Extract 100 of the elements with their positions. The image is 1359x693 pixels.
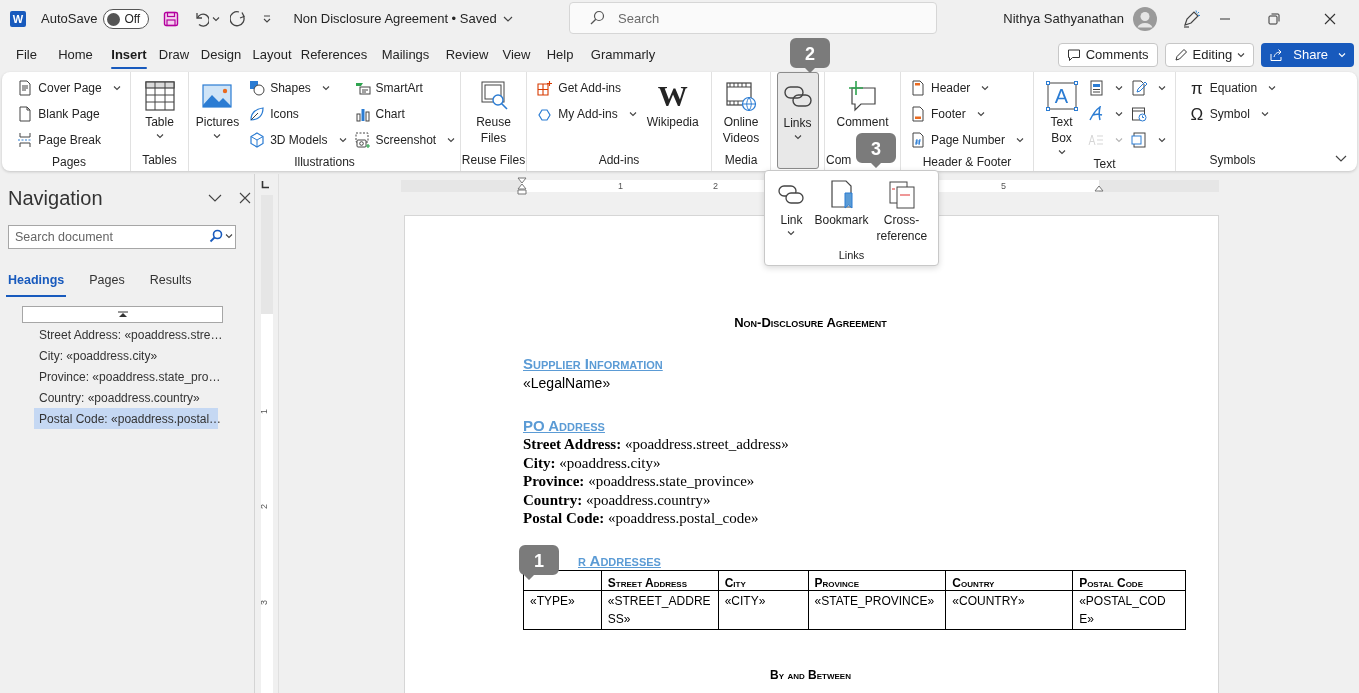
caret-icon [1157,85,1166,91]
caret-icon [1114,111,1123,117]
search-icon [589,10,605,26]
pane-tab[interactable]: Headings [8,266,65,294]
ribbon-button[interactable]: Pictures [191,75,244,139]
add-in-grid-icon [537,80,554,96]
customize-toolbar-icon[interactable] [262,14,273,24]
share-button[interactable]: Share [1261,43,1354,67]
ribbon-button[interactable]: π Equation [1186,75,1279,101]
menu-tab[interactable]: Draw [154,38,194,72]
indent-marker-icon[interactable] [517,177,527,195]
object-icon [1130,132,1147,148]
search-field[interactable]: Search document [8,225,236,249]
ruler-number: 3 [260,600,269,605]
menu-tab[interactable]: View [495,38,538,72]
menu-item[interactable]: Cross-reference [874,176,929,247]
ribbon-button[interactable]: Comment [832,75,893,130]
caret-icon [1268,85,1277,91]
table-cell: «POSTAL_CODE» [1072,590,1186,630]
save-icon[interactable] [163,11,180,27]
heading-item[interactable]: City: «poaddress.city» [34,345,218,366]
chevron-down-icon [502,15,513,23]
ribbon-button[interactable]: Blank Page [15,101,123,127]
menu-tab[interactable]: Insert [104,38,154,72]
ribbon-button[interactable]: Footer [907,101,1026,127]
column-header: Postal Code [1072,570,1186,591]
drop-cap-icon [1087,132,1104,148]
ribbon-button[interactable]: Shapes [247,75,349,101]
pane-tab[interactable]: Results [149,266,192,294]
caret-icon [976,111,985,117]
indent-marker-icon[interactable] [1094,185,1104,192]
ribbon-button[interactable]: Cover Page [15,75,123,101]
bar-chart-icon [354,106,371,122]
ribbon-button[interactable]: W Wikipedia [642,75,703,130]
heading-item[interactable]: Country: «poaddress.country» [34,387,218,408]
pen-icon[interactable] [1181,9,1201,29]
group-label: Reuse Files [461,153,526,167]
menu-item[interactable]: Bookmark [812,176,871,247]
ribbon-button[interactable]: Screenshot [352,127,458,153]
search-field[interactable]: Search [569,2,937,34]
caret-icon [1237,52,1246,58]
page-icon [17,80,34,96]
user-name: Nithya Sathyanathan [1003,10,1124,29]
menu-tab[interactable]: References [296,38,372,72]
menu-tab[interactable]: Review [439,38,495,72]
menu-tab[interactable]: Grammarly [582,38,664,72]
ribbon-button[interactable]: Online Videos [713,75,769,146]
address-line: Country: «poaddress.country» [523,490,712,510]
autosave-toggle[interactable]: Off [103,9,150,29]
caret-icon [1338,52,1346,58]
ribbon-button[interactable]: Ω Symbol [1186,101,1279,127]
heading-item[interactable]: Postal Code: «poaddress.postal… [34,408,218,429]
ribbon-button[interactable]: 3D Models [247,127,349,153]
heading-item[interactable]: Province: «poaddress.state_pro… [34,366,218,387]
caret-icon [981,85,990,91]
group-label: Tables [142,153,177,167]
ribbon-button[interactable]: Reuse Files [465,75,522,146]
pane-options-button[interactable] [208,193,222,203]
undo-icon[interactable] [193,11,210,27]
ribbon-button[interactable]: Table [139,75,180,139]
menu-item[interactable]: Link [774,176,809,247]
ribbon-button[interactable]: Links [776,72,819,169]
caret-icon [112,85,121,91]
ribbon-button[interactable]: Get Add-ins [535,75,639,101]
editing-button[interactable]: Editing [1164,43,1255,67]
ribbon-button[interactable]: Header [907,75,1026,101]
collapse-all-button[interactable] [22,306,223,323]
ruler-number: 5 [1001,181,1006,191]
document-title[interactable]: Non Disclosure Agreement • Saved [293,9,513,29]
menu-tab[interactable]: Home [47,38,104,72]
ribbon-button[interactable]: My Add-ins [535,101,639,127]
menu-tab[interactable]: Help [538,38,582,72]
step-badge: 3 [856,133,896,169]
ribbon-button[interactable]: Icons [247,101,349,127]
ribbon-button[interactable]: SmartArt [352,75,458,101]
menu-tab[interactable]: Mailings [372,38,439,72]
ribbon-button[interactable]: Page Number [907,127,1026,153]
avatar[interactable] [1133,7,1157,31]
column-header: Country [945,570,1073,591]
menu-tab[interactable]: File [6,38,47,72]
close-icon [1323,13,1336,25]
address-line: Province: «poaddress.state_province» [523,472,756,491]
collapse-ribbon-button[interactable] [1335,155,1347,163]
close-pane-button[interactable] [239,192,251,204]
caret-icon [1114,137,1123,143]
menu-tab[interactable]: Layout [248,38,296,72]
pane-tab[interactable]: Pages [89,266,125,294]
menu-tab[interactable]: Design [194,38,248,72]
ruler-number: 2 [260,504,269,509]
column-header: Street Address [601,570,719,591]
address-line: City: «poaddress.city» [523,453,662,473]
step-badge: 1 [519,545,559,581]
page-number-icon [909,132,926,148]
tab-selector-icon[interactable] [261,181,269,189]
ribbon-button[interactable]: A Text Box [1041,75,1082,155]
ribbon-button[interactable]: Chart [352,101,458,127]
caret-icon [1157,137,1166,143]
video-globe-icon [725,80,757,112]
ribbon-button[interactable]: Page Break [15,127,123,153]
comments-button[interactable]: Comments [1057,43,1158,67]
